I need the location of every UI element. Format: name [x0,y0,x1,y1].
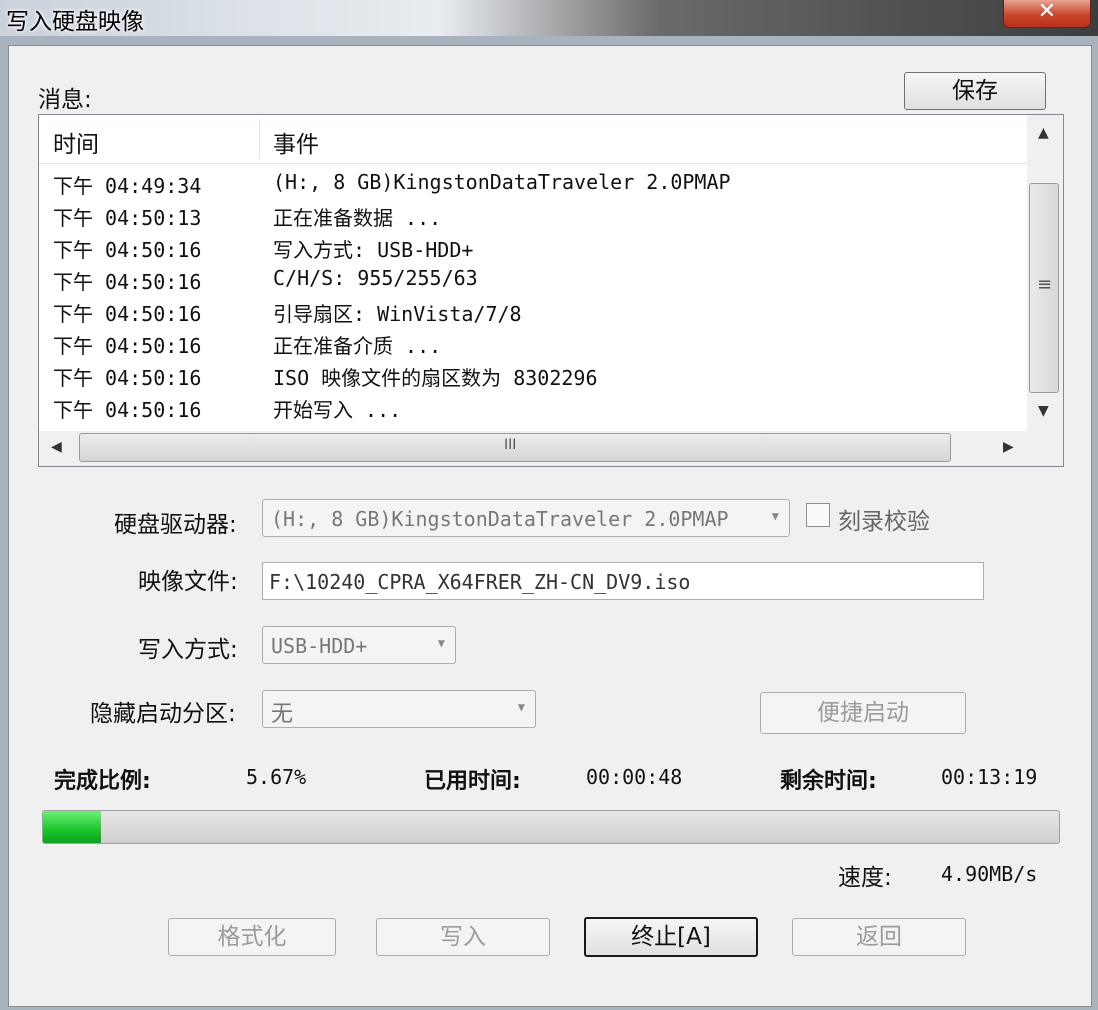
close-button[interactable]: ✕ [1003,0,1091,28]
save-button[interactable]: 保存 [904,72,1046,110]
hide-partition-select[interactable]: 无 ▼ [262,690,536,728]
log-event: 正在准备介质 ... [273,334,442,358]
horizontal-scroll-thumb[interactable]: III [79,433,951,462]
remaining-label: 剩余时间: [780,769,877,794]
quick-boot-button[interactable]: 便捷启动 [760,692,966,734]
log-row: 下午 04:50:16 ISO 映像文件的扇区数为 8302296 [39,360,1027,392]
log-header: 时间 事件 [39,115,1027,164]
percent-label: 完成比例: [54,769,151,794]
verify-checkbox[interactable] [806,503,830,527]
speed-label: 速度: [838,865,892,891]
progress-fill [43,811,101,843]
column-divider[interactable] [259,119,260,159]
verify-label[interactable]: 刻录校验 [838,502,930,536]
image-file-field[interactable]: F:\10240_CPRA_X64FRER_ZH-CN_DV9.iso [262,562,984,600]
image-file-label: 映像文件: [138,569,238,595]
chevron-down-icon: ▼ [771,509,779,523]
percent-value: 5.67% [246,765,307,789]
column-header-event[interactable]: 事件 [273,125,319,159]
elapsed-value: 00:00:48 [586,765,683,789]
write-method-label: 写入方式: [138,637,238,663]
format-button[interactable]: 格式化 [168,918,336,956]
log-event: ISO 映像文件的扇区数为 8302296 [273,366,598,390]
scroll-right-icon[interactable]: ▶ [1003,439,1014,455]
messages-label: 消息: [38,87,92,113]
log-row: 下午 04:50:16 开始写入 ... [39,392,1027,424]
vertical-scroll-thumb[interactable]: ≡ [1029,183,1059,393]
log-event: 写入方式: USB-HDD+ [273,238,474,262]
grip-icon: III [504,437,517,453]
scroll-up-icon[interactable]: ▲ [1038,125,1049,141]
log-event: 引导扇区: WinVista/7/8 [273,302,522,326]
window-title: 写入硬盘映像 [6,9,144,35]
log-time: 下午 04:50:16 [53,334,202,358]
log-event: (H:, 8 GB)KingstonDataTraveler 2.0PMAP [273,170,731,194]
log-time: 下午 04:50:13 [53,206,202,230]
grip-icon: ≡ [1037,274,1053,295]
scroll-down-icon[interactable]: ▼ [1038,403,1049,419]
close-icon: ✕ [1037,0,1057,24]
horizontal-scrollbar[interactable]: ◀ III ▶ [39,431,1063,466]
column-header-time[interactable]: 时间 [53,125,99,159]
hide-partition-value: 无 [271,702,294,727]
vertical-scrollbar[interactable]: ▲ ≡ ▼ [1027,115,1063,431]
back-button[interactable]: 返回 [792,918,966,956]
log-event: C/H/S: 955/255/63 [273,266,478,290]
log-time: 下午 04:50:16 [53,366,202,390]
remaining-value: 00:13:19 [941,765,1038,789]
speed-value: 4.90MB/s [941,862,1038,886]
log-event: 开始写入 ... [273,398,402,422]
log-row: 下午 04:50:16 正在准备介质 ... [39,328,1027,360]
write-method-select[interactable]: USB-HDD+ ▼ [262,626,456,664]
log-row: 下午 04:49:34 (H:, 8 GB)KingstonDataTravel… [39,168,1027,200]
scroll-left-icon[interactable]: ◀ [51,439,62,455]
log-row: 下午 04:50:16 写入方式: USB-HDD+ [39,232,1027,264]
write-button[interactable]: 写入 [376,918,550,956]
log-row: 下午 04:50:13 正在准备数据 ... [39,200,1027,232]
message-log: 时间 事件 下午 04:49:34 (H:, 8 GB)KingstonData… [38,114,1064,467]
log-time: 下午 04:50:16 [53,302,202,326]
log-row: 下午 04:50:16 引导扇区: WinVista/7/8 [39,296,1027,328]
title-bar: 写入硬盘映像 ✕ [0,0,1098,36]
elapsed-label: 已用时间: [424,769,521,794]
write-method-value: USB-HDD+ [271,634,368,658]
drive-label: 硬盘驱动器: [114,512,237,538]
log-row: 下午 04:50:16 C/H/S: 955/255/63 [39,264,1027,296]
hide-partition-label: 隐藏启动分区: [90,701,236,727]
log-time: 下午 04:50:16 [53,238,202,262]
chevron-down-icon: ▼ [517,700,525,714]
drive-select[interactable]: (H:, 8 GB)KingstonDataTraveler 2.0PMAP ▼ [262,499,790,537]
abort-button[interactable]: 终止[A] [584,917,758,957]
progress-bar [42,810,1060,844]
drive-select-value: (H:, 8 GB)KingstonDataTraveler 2.0PMAP [271,507,729,531]
image-file-value: F:\10240_CPRA_X64FRER_ZH-CN_DV9.iso [269,570,691,594]
log-time: 下午 04:50:16 [53,398,202,422]
log-time: 下午 04:50:16 [53,270,202,294]
chevron-down-icon: ▼ [437,636,445,650]
log-time: 下午 04:49:34 [53,174,202,198]
log-event: 正在准备数据 ... [273,206,442,230]
